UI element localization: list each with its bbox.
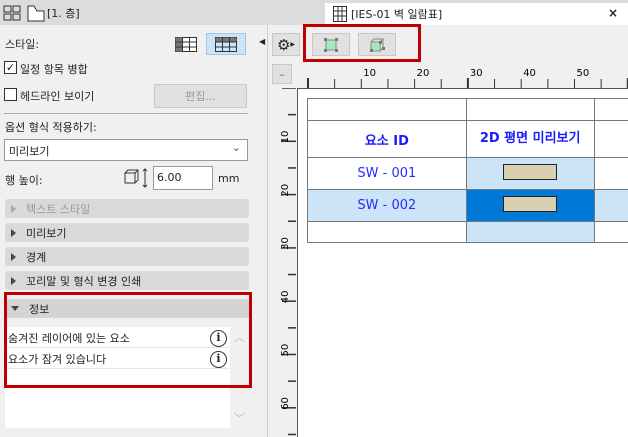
highlight-box [4,292,252,388]
section-border[interactable]: 경계 [5,247,249,266]
panel-splitter[interactable]: ◀ [258,25,268,437]
expand-arrow-icon [11,204,16,213]
schedule-tab[interactable]: [IES-01 벽 일람표] × [325,3,628,25]
header-element-id[interactable]: 요소 ID [307,120,467,158]
row-height-icon [124,168,148,188]
grid-view-icon[interactable] [3,5,21,21]
cell-element-id[interactable]: SW - 002 [307,189,467,222]
gear-icon: ⚙ [276,35,291,54]
section-label: 경계 [26,250,47,264]
chevron-down-icon: ⌄ [231,141,241,154]
style-option-1[interactable] [174,33,198,55]
collapse-panel-icon[interactable]: ◀ [259,37,265,46]
ruler-label: 20 [280,184,291,197]
arrow-right-icon: ▶ [290,41,296,48]
expand-arrow-icon [11,276,16,285]
cell-2d-preview[interactable] [465,157,595,190]
expand-arrow-icon [11,252,16,261]
ruler-label: 10 [280,131,291,144]
merge-label: 일정 항목 병합 [20,63,88,76]
headline-checkbox[interactable] [4,88,17,101]
ruler-label: 10 [363,68,376,79]
floor-plan-icon [27,5,45,21]
row-height-label: 행 높이: [5,174,43,187]
style-option-2[interactable] [206,33,246,55]
section-footer-print[interactable]: 꼬리말 및 형식 변경 인쇄 [5,271,249,290]
headline-label: 헤드라인 보이기 [20,90,95,103]
edit-button[interactable]: 편집... [154,84,247,108]
ruler-label: 20 [417,68,430,79]
table-style-icon [215,36,237,52]
navigator-tab[interactable]: [1. 층] [0,0,258,25]
style-label: 스타일: [5,38,40,51]
section-label: 미리보기 [26,226,67,240]
option-format-value: 미리보기 [9,145,50,158]
option-format-label: 옵션 형식 적용하기: [5,121,97,134]
ruler-label: 30 [470,68,483,79]
schedule-table: 요소 ID 2D 평면 미리보기 SW - 001 SW - 002 [307,98,628,243]
horizontal-ruler: 102030405060 [307,68,628,88]
cell-element-id[interactable]: SW - 001 [307,157,467,190]
unit-label: mm [218,172,240,185]
ruler-corner-button[interactable]: – [272,64,292,84]
row-height-input[interactable]: 6.00 [153,166,213,190]
close-tab-button[interactable]: × [608,6,618,20]
floor-label: [1. 층] [47,6,80,20]
section-label: 텍스트 스타일 [26,202,91,216]
table-icon [333,6,347,22]
ruler-label: 50 [577,68,590,79]
cell-2d-preview-selected[interactable] [465,189,595,222]
table-style-icon [175,36,197,52]
wall-preview-icon [503,163,558,180]
option-format-select[interactable]: 미리보기 ⌄ [4,139,248,161]
section-preview[interactable]: 미리보기 [5,223,249,242]
divider [4,113,248,114]
ruler-label: 40 [523,68,536,79]
ruler-label: 30 [280,237,291,250]
scroll-down-icon[interactable]: ﹀ [234,410,245,426]
vertical-ruler: 10 20 30 40 50 60 [280,88,296,436]
section-label: 꼬리말 및 형식 변경 인쇄 [26,274,142,288]
ruler-label: 50 [280,344,291,357]
header-2d-preview[interactable]: 2D 평면 미리보기 [465,120,595,158]
expand-arrow-icon [11,228,16,237]
section-text-style[interactable]: 텍스트 스타일 [5,199,249,218]
ruler-label: 60 [280,397,291,410]
ruler-label: 40 [280,290,291,303]
wall-preview-icon [503,195,558,212]
settings-menu-button[interactable]: ⚙ ▶ [272,33,300,56]
schedule-tab-title: [IES-01 벽 일람표] [351,8,443,21]
merge-checkbox[interactable]: ✓ [4,61,17,74]
highlight-box [303,24,421,62]
